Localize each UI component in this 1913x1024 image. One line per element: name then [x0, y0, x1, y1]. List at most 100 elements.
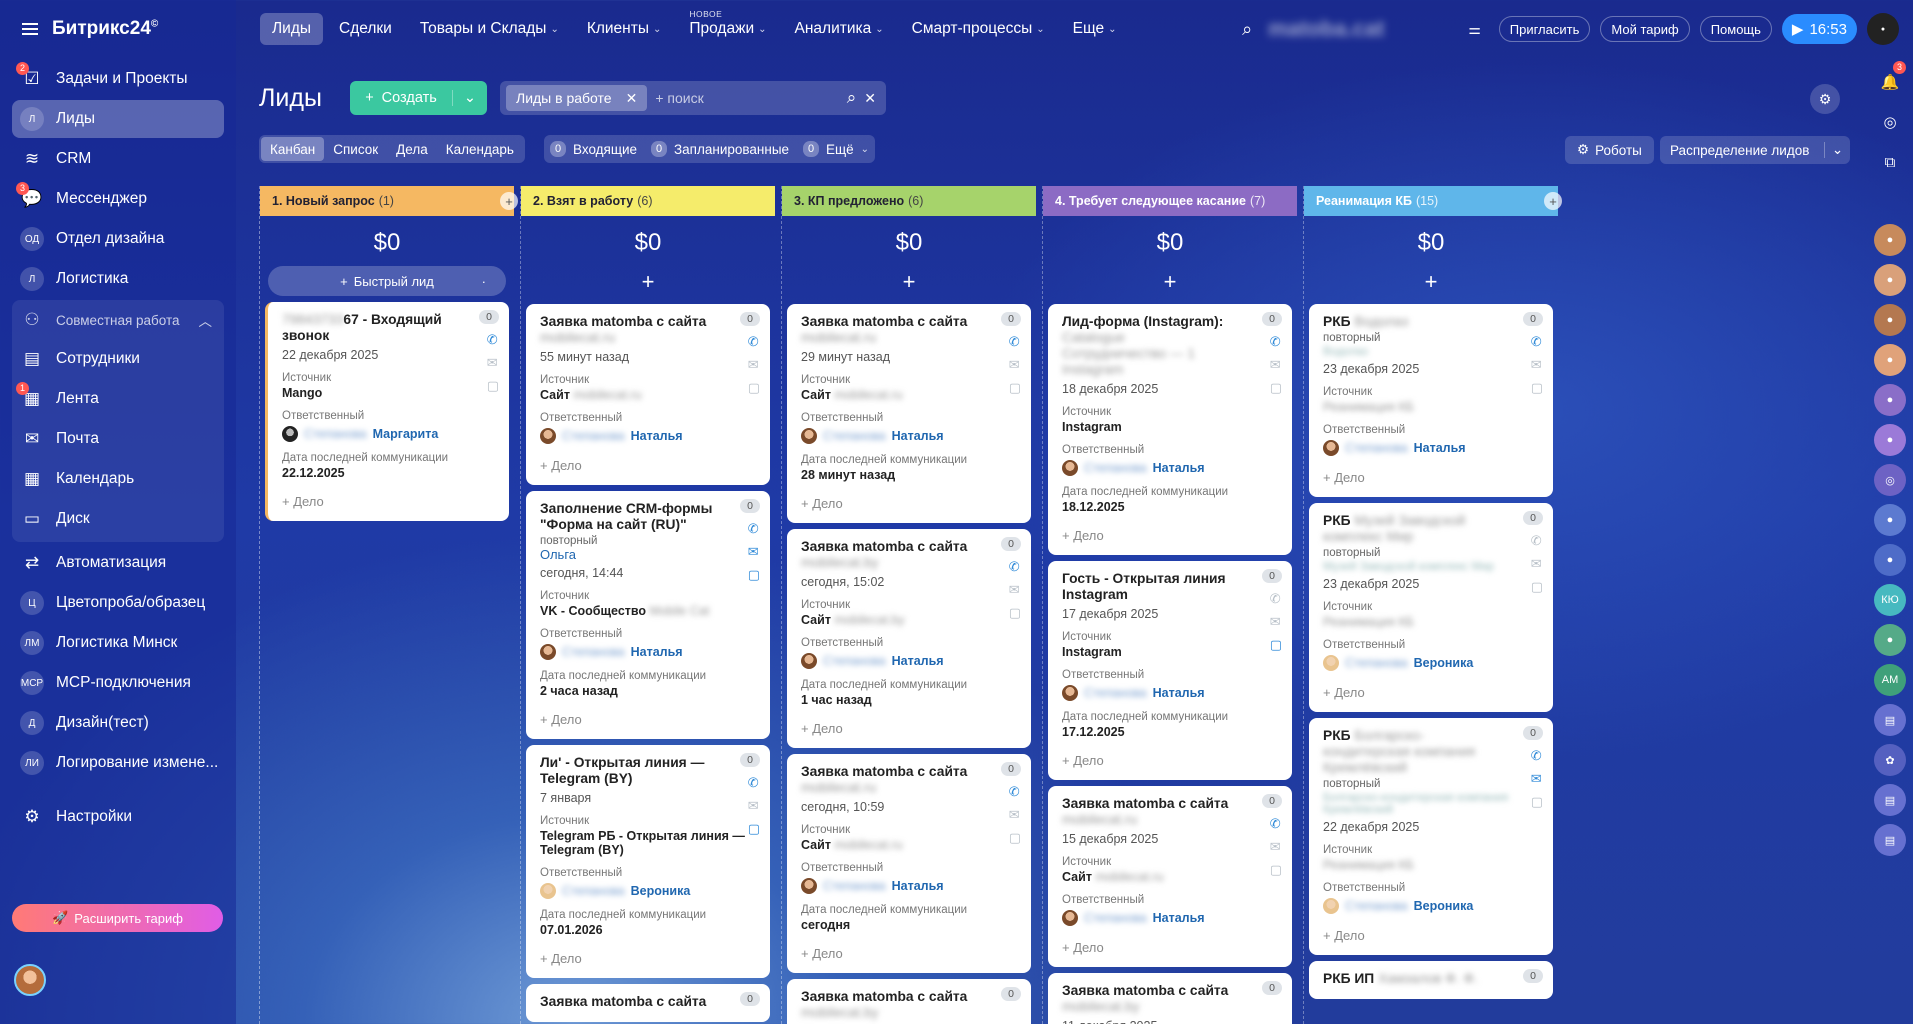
chevron-down-icon[interactable]: ⌄: [1824, 142, 1850, 158]
mail-icon[interactable]: ✉: [1270, 357, 1282, 373]
search-icon[interactable]: ⌕: [847, 88, 857, 108]
copilot-icon[interactable]: ◎: [1874, 106, 1906, 138]
responsible-name[interactable]: Наталья: [1153, 686, 1205, 700]
responsible-name[interactable]: Наталья: [892, 879, 944, 893]
phone-icon[interactable]: ✆: [1270, 334, 1282, 350]
view-tab-дела[interactable]: Дела: [387, 137, 437, 161]
responsible-name[interactable]: Наталья: [892, 429, 944, 443]
mail-icon[interactable]: ✉: [748, 798, 760, 814]
lead-card[interactable]: РКБ Болгарско-кондитерская компания Кремл…: [1309, 718, 1553, 955]
responsible-row[interactable]: Степанова Наталья: [540, 644, 758, 660]
lead-card[interactable]: Заявка matomba с сайта mobilecat.ru 0 ✆ ✉ ▢ 1…: [1048, 786, 1292, 967]
tab-лиды[interactable]: Лиды: [260, 13, 324, 45]
lead-card[interactable]: РКБ ИП Хамзалов Ф. Ф. 0: [1309, 961, 1553, 999]
sidebar-item-логистика[interactable]: Л Логистика: [12, 260, 224, 298]
responsible-name[interactable]: Вероника: [1414, 656, 1474, 670]
comment-icon[interactable]: ▢: [1009, 830, 1021, 846]
company-avatar[interactable]: ●: [1867, 13, 1899, 45]
comment-icon[interactable]: ▢: [1531, 579, 1543, 595]
create-button[interactable]: + Создать ⌄: [350, 81, 487, 115]
lead-card[interactable]: Заявка matomba с сайта mobilecat.by0повт…: [787, 979, 1031, 1024]
comment-icon[interactable]: ▢: [1270, 637, 1282, 653]
add-deal-link[interactable]: + Дело: [282, 494, 497, 509]
mail-icon[interactable]: ✉: [1531, 357, 1543, 373]
phone-icon[interactable]: ✆: [748, 521, 760, 537]
add-deal-link[interactable]: + Дело: [1062, 753, 1280, 768]
mail-icon[interactable]: ✉: [1009, 807, 1021, 823]
responsible-name[interactable]: Наталья: [1153, 911, 1205, 925]
invite-button[interactable]: Пригласить: [1498, 16, 1591, 42]
responsible-row[interactable]: Степанова Маргарита: [282, 426, 497, 442]
responsible-name[interactable]: Наталья: [631, 645, 683, 659]
mail-icon[interactable]: ✉: [1531, 771, 1543, 787]
add-deal-link[interactable]: + Дело: [801, 496, 1019, 511]
tab-клиенты[interactable]: Клиенты ⌄: [575, 13, 674, 45]
tab-еще[interactable]: Еще ⌄: [1061, 13, 1129, 45]
responsible-name[interactable]: Наталья: [631, 429, 683, 443]
contact-avatar[interactable]: ●: [1874, 384, 1906, 416]
contact-avatar[interactable]: ●: [1874, 224, 1906, 256]
view-tab-канбан[interactable]: Канбан: [261, 137, 325, 161]
add-deal-link[interactable]: + Дело: [801, 946, 1019, 961]
comment-icon[interactable]: ▢: [1531, 380, 1543, 396]
add-deal-link[interactable]: + Дело: [1323, 928, 1541, 943]
sidebar-item-дизайн-тест[interactable]: Д Дизайн(тест): [12, 704, 224, 742]
responsible-row[interactable]: Степанова Вероника: [1323, 655, 1541, 671]
contact-avatar[interactable]: ✿: [1874, 744, 1906, 776]
lead-card[interactable]: Гость - Открытая линия Instagram 0 ✆ ✉ ▢ 17 д…: [1048, 561, 1292, 780]
tab-аналитика[interactable]: Аналитика ⌄: [783, 13, 896, 45]
add-lead-icon[interactable]: +: [521, 266, 775, 298]
clear-icon[interactable]: ✕: [864, 90, 876, 107]
user-avatar[interactable]: [14, 964, 46, 996]
phone-icon[interactable]: ✆: [1531, 533, 1543, 549]
sidebar-item-логистика-минск[interactable]: ЛМ Логистика Минск: [12, 624, 224, 662]
stage-header[interactable]: 1. Новый запрос (1) +: [260, 186, 518, 216]
sidebar-item-settings[interactable]: ⚙ Настройки: [12, 798, 224, 836]
sidebar-item-отдел-дизайна[interactable]: ОД Отдел дизайна: [12, 220, 224, 258]
sidebar-item-почта[interactable]: ✉ Почта: [12, 420, 224, 458]
lead-card[interactable]: Заявка matomba с сайта mobilecat.ru 0 ✆ ✉ ▢ 5…: [526, 304, 770, 485]
add-deal-link[interactable]: + Дело: [801, 721, 1019, 736]
sidebar-item-задачи-и-проекты[interactable]: ☑ 2 Задачи и Проекты: [12, 60, 224, 98]
sidebar-item-мср-подключения[interactable]: MCP МСР-подключения: [12, 664, 224, 702]
view-tab-календарь[interactable]: Календарь: [437, 137, 523, 161]
card-title[interactable]: Заявка matomba с сайта mobilecat.ru: [1062, 796, 1280, 828]
quick-lead-button[interactable]: + Быстрый лид ·: [268, 266, 506, 296]
responsible-name[interactable]: Вероника: [631, 884, 691, 898]
card-title[interactable]: РКБ Водолаз: [1323, 314, 1541, 330]
responsible-name[interactable]: Маргарита: [373, 427, 439, 441]
sidebar-item-лиды[interactable]: Л Лиды: [12, 100, 224, 138]
stage-header[interactable]: 3. КП предложено (6): [782, 186, 1036, 216]
filter-chip[interactable]: Лиды в работе ✕: [506, 85, 648, 111]
sidebar-item-автоматизация[interactable]: ⇄ Автоматизация: [12, 544, 224, 582]
card-title[interactable]: РКБ Болгарско-кондитерская компания Кремл…: [1323, 728, 1541, 776]
phone-icon[interactable]: ✆: [1009, 784, 1021, 800]
mail-icon[interactable]: ✉: [1270, 839, 1282, 855]
menu-icon[interactable]: [22, 23, 38, 35]
lead-card[interactable]: Заявка matomba с сайта mobilecat.by 0 ✆ ✉ ▢ с…: [787, 529, 1031, 748]
lead-card[interactable]: РКБ Музей Заводской комплекс Мир 0 ✆ ✉ ▢ повт…: [1309, 503, 1553, 712]
sidebar-item-мессенджер[interactable]: 💬 3 Мессенджер: [12, 180, 224, 218]
contact-avatar[interactable]: КЮ: [1874, 584, 1906, 616]
contact-avatar[interactable]: ▤: [1874, 784, 1906, 816]
chat-search-icon[interactable]: ⧉: [1874, 146, 1906, 178]
phone-icon[interactable]: ✆: [487, 332, 499, 348]
responsible-row[interactable]: Степанова Наталья: [801, 428, 1019, 444]
add-stage-icon[interactable]: +: [1544, 192, 1562, 210]
responsible-row[interactable]: Степанова Вероника: [540, 883, 758, 899]
tab-смарт-процессы[interactable]: Смарт-процессы ⌄: [900, 13, 1057, 45]
responsible-row[interactable]: Степанова Наталья: [1062, 910, 1280, 926]
add-deal-link[interactable]: + Дело: [540, 458, 758, 473]
mail-icon[interactable]: ✉: [748, 357, 760, 373]
comment-icon[interactable]: ▢: [1270, 380, 1282, 396]
tab-продажи[interactable]: Продажи ⌄ НОВОЕ: [677, 9, 778, 45]
contact-avatar[interactable]: ●: [1874, 624, 1906, 656]
phone-icon[interactable]: ✆: [748, 775, 760, 791]
search-icon[interactable]: ⌕: [1242, 19, 1252, 40]
contact-avatar[interactable]: ▤: [1874, 824, 1906, 856]
card-title[interactable]: РКБ Музей Заводской комплекс Мир: [1323, 513, 1541, 545]
card-title[interactable]: Лид-форма (Instagram): Catalogue Сотрудни…: [1062, 314, 1280, 378]
mail-icon[interactable]: ✉: [1270, 614, 1282, 630]
card-title[interactable]: Гость - Открытая линия Instagram: [1062, 571, 1280, 603]
phone-icon[interactable]: ✆: [748, 334, 760, 350]
